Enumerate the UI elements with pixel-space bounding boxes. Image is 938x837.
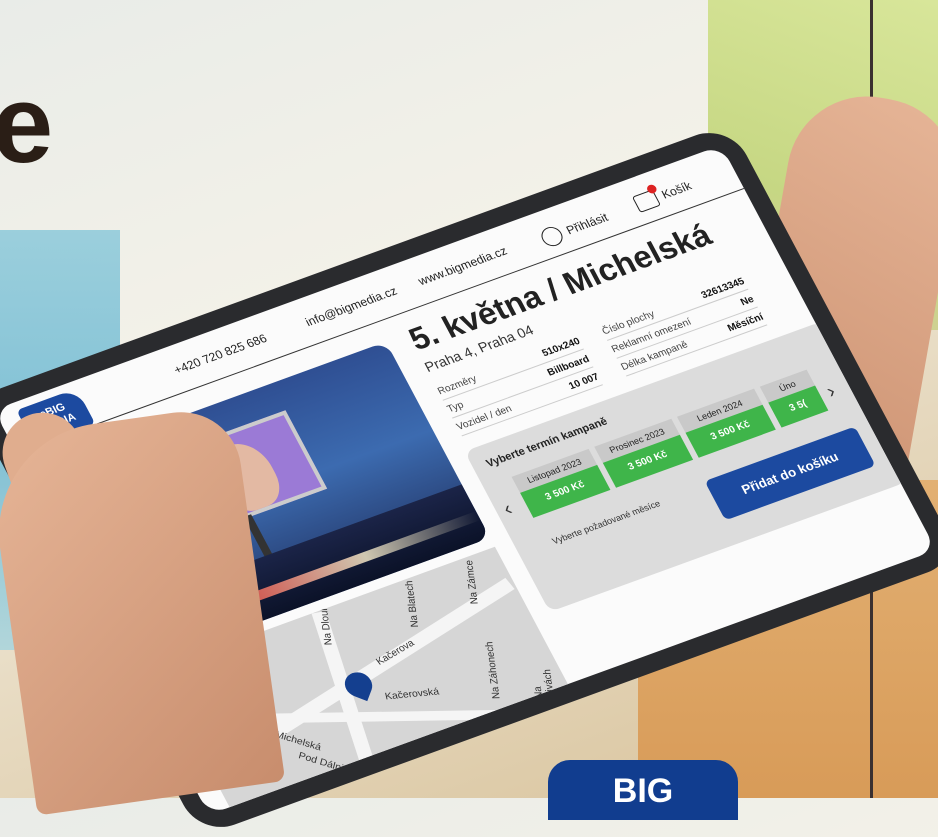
map-street-label: Na Nivách xyxy=(532,669,557,699)
next-arrow-icon[interactable]: › xyxy=(823,381,840,404)
cart-link[interactable]: Košík xyxy=(631,177,695,213)
map-street-label: Kačerovská xyxy=(383,686,441,703)
login-label: Přihlásit xyxy=(563,210,611,238)
background-letter: e xyxy=(0,63,54,186)
header-phone[interactable]: +420 720 825 686 xyxy=(171,331,269,377)
term-option[interactable]: Leden 2024 3 500 Kč xyxy=(676,388,781,467)
cart-icon xyxy=(631,183,662,213)
term-option[interactable]: Prosinec 2023 3 500 Kč xyxy=(594,418,698,497)
user-icon xyxy=(537,224,567,249)
prev-arrow-icon[interactable]: ‹ xyxy=(499,498,516,521)
term-option[interactable]: Listopad 2023 3 500 Kč xyxy=(511,448,616,527)
map-street-label: Na Blatech xyxy=(403,580,422,628)
cart-label: Košík xyxy=(659,178,694,202)
header-website[interactable]: www.bigmedia.cz xyxy=(416,244,510,288)
login-link[interactable]: Přihlásit xyxy=(537,208,612,249)
brand-badge: BIG xyxy=(548,760,738,820)
map-street-label: Pod Dálnicí xyxy=(297,750,353,777)
header-email[interactable]: info@bigmedia.cz xyxy=(303,284,399,329)
map-street-label: Na Záhonech xyxy=(483,641,503,700)
map-street-label: Michelská xyxy=(273,729,323,754)
map-street-label: Na Zámce xyxy=(463,560,481,605)
